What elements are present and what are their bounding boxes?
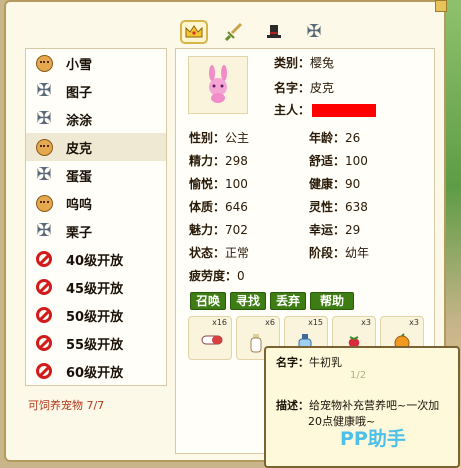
charm-field: 魅力：702 <box>189 223 248 237</box>
crown-icon <box>185 25 203 38</box>
tab-battle[interactable] <box>220 20 248 44</box>
milk-icon <box>250 334 262 353</box>
summon-button[interactable]: 召唤 <box>190 292 226 310</box>
pet-list-item[interactable]: 60级开放 <box>26 357 166 385</box>
item-slot[interactable]: x16 <box>188 316 232 360</box>
tab-bar: ✠ <box>180 20 328 44</box>
pet-name: 小雪 <box>66 57 93 73</box>
pet-list-item[interactable]: 40级开放 <box>26 245 166 273</box>
pet-face-icon <box>34 193 54 213</box>
pet-portrait <box>188 56 248 114</box>
watermark: PP助手 <box>340 428 406 450</box>
pill-icon <box>201 335 223 345</box>
type-field: 类别：樱兔 <box>274 56 335 70</box>
pet-name: 蛋蛋 <box>66 169 93 185</box>
discard-button[interactable]: 丢弃 <box>270 292 306 310</box>
fatigue-field: 疲劳度：0 <box>189 269 245 283</box>
physique-field: 体质：646 <box>189 200 248 214</box>
shuriken-icon: ✠ <box>36 80 52 101</box>
luck-field: 幸运：29 <box>309 223 361 237</box>
age-field: 年龄：26 <box>309 131 361 145</box>
pet-list-item[interactable]: ✠ 涂涂 <box>26 105 166 133</box>
pet-name: 55级开放 <box>66 337 124 353</box>
health-field: 健康：90 <box>309 177 361 191</box>
pet-name: 呜呜 <box>66 197 93 213</box>
pet-list-item[interactable]: 呜呜 <box>26 189 166 217</box>
happy-field: 愉悦：100 <box>189 177 248 191</box>
pet-name: 45级开放 <box>66 281 124 297</box>
pet-list-item[interactable]: 皮克 <box>26 133 166 161</box>
tab-skills[interactable]: ✠ <box>300 20 328 44</box>
status-field: 状态：正常 <box>189 246 250 260</box>
rabbit-icon <box>209 65 227 103</box>
help-button[interactable]: 帮助 <box>310 292 354 310</box>
tooltip-name: 名字：牛初乳 <box>276 356 342 369</box>
pet-list-item[interactable]: 55级开放 <box>26 329 166 357</box>
locked-icon <box>34 305 54 325</box>
pet-name: 图子 <box>66 85 93 101</box>
comfort-field: 舒适：100 <box>309 154 368 168</box>
pet-list: 小雪 ✠ 图子 ✠ 涂涂皮克 ✠ 蛋蛋呜呜 ✠ 栗子 40级开放 45级开放 50级开放 55级开放 60… <box>25 48 167 386</box>
locked-icon <box>34 333 54 353</box>
owner-field: 主人： <box>274 101 377 118</box>
tab-costume[interactable] <box>260 20 288 44</box>
shuriken-icon: ✠ <box>306 21 322 42</box>
locked-icon <box>34 249 54 269</box>
locked-icon <box>34 277 54 297</box>
pet-list-item[interactable]: ✠ 图子 <box>26 77 166 105</box>
stage-field: 阶段：幼年 <box>309 246 370 260</box>
tab-pet-info[interactable] <box>180 20 208 44</box>
tooltip-page: 1/2 <box>350 370 367 381</box>
pet-name: 40级开放 <box>66 253 124 269</box>
name-field: 名字：皮克 <box>274 81 335 95</box>
pet-face-icon <box>34 53 54 73</box>
pet-name: 50级开放 <box>66 309 124 325</box>
pet-name: 60级开放 <box>66 365 124 381</box>
owner-redacted <box>312 104 377 117</box>
top-hat-icon <box>267 25 281 38</box>
spirit-field: 灵性：638 <box>309 200 368 214</box>
shuriken-icon: ✠ <box>36 108 52 129</box>
pet-name: 涂涂 <box>66 113 93 129</box>
raisable-count: 可饲养宠物 7/7 <box>28 399 105 412</box>
sword-icon <box>224 22 243 42</box>
pet-list-item[interactable]: 小雪 <box>26 49 166 77</box>
pet-list-item[interactable]: 45级开放 <box>26 273 166 301</box>
pet-list-item[interactable]: ✠ 栗子 <box>26 217 166 245</box>
pet-list-item[interactable]: 50级开放 <box>26 301 166 329</box>
gender-field: 性别：公主 <box>189 131 250 145</box>
pet-face-icon <box>34 137 54 157</box>
pet-name: 皮克 <box>66 141 93 157</box>
shuriken-icon: ✠ <box>36 220 52 241</box>
shuriken-icon: ✠ <box>36 164 52 185</box>
find-button[interactable]: 寻找 <box>230 292 266 310</box>
close-button[interactable] <box>435 0 447 12</box>
locked-icon <box>34 361 54 381</box>
energy-field: 精力：298 <box>189 154 248 168</box>
pet-name: 栗子 <box>66 225 93 241</box>
pet-list-item[interactable]: ✠ 蛋蛋 <box>26 161 166 189</box>
